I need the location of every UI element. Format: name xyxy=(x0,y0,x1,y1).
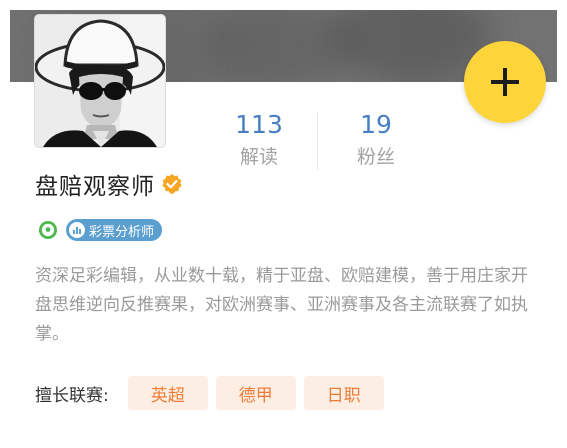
stat-reads[interactable]: 113 解读 xyxy=(214,110,304,170)
fans-label: 粉丝 xyxy=(356,146,395,168)
plus-icon xyxy=(491,68,519,96)
verified-check-icon xyxy=(161,173,183,195)
stat-fans[interactable]: 19 粉丝 xyxy=(331,110,421,170)
profile-name: 盘赔观察师 xyxy=(35,174,155,200)
league-tag[interactable]: 日职 xyxy=(303,376,384,410)
analyst-badge-label: 彩票分析师 xyxy=(89,224,155,240)
analyst-badge[interactable]: 彩票分析师 xyxy=(66,219,163,241)
fans-count: 19 xyxy=(360,110,392,139)
reads-label: 解读 xyxy=(239,146,278,168)
avatar-photo xyxy=(35,15,165,147)
reads-count: 113 xyxy=(235,110,283,139)
stat-divider xyxy=(317,112,318,170)
name-row: 盘赔观察师 xyxy=(35,168,183,200)
avatar[interactable] xyxy=(35,15,165,147)
add-follow-button[interactable] xyxy=(464,41,546,123)
profile-bio: 资深足彩编辑，从业数十载，精于亚盘、欧赔建模，善于用庄家开盘思维逆向反推赛果，对… xyxy=(35,266,528,344)
league-tag[interactable]: 德甲 xyxy=(215,376,296,410)
specialty-label: 擅长联赛: xyxy=(35,385,109,406)
specialty-leagues: 擅长联赛: 英超 德甲 日职 xyxy=(35,376,392,410)
badges-row: 彩票分析师 xyxy=(38,218,163,242)
bar-chart-icon xyxy=(69,222,85,238)
league-tag[interactable]: 英超 xyxy=(127,376,208,410)
soccer-ball-icon xyxy=(38,220,58,240)
